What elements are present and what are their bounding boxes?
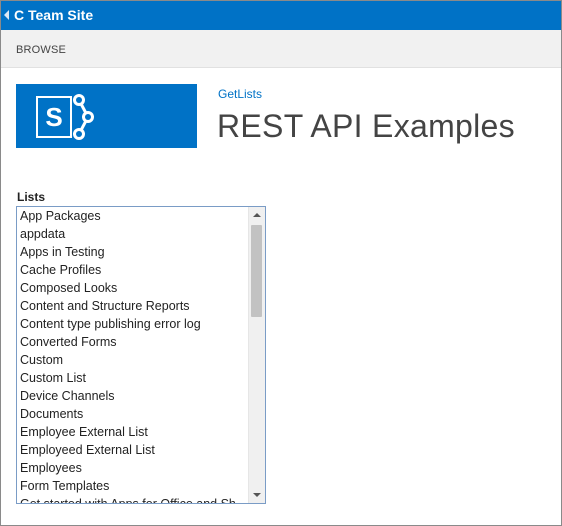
browser-frame: C Team Site BROWSE S GetLists REST API E…: [0, 0, 562, 526]
list-item[interactable]: Employees: [17, 459, 249, 477]
ribbon: BROWSE: [1, 30, 561, 68]
list-item[interactable]: Custom: [17, 351, 249, 369]
list-item[interactable]: Employeed External List: [17, 441, 249, 459]
back-arrow-icon[interactable]: [4, 10, 9, 20]
svg-text:S: S: [45, 102, 62, 132]
page-title: REST API Examples: [217, 108, 515, 144]
tab-browse[interactable]: BROWSE: [16, 44, 66, 56]
list-item[interactable]: App Packages: [17, 207, 249, 225]
lists-listbox[interactable]: App Packages appdata Apps in Testing Cache …: [16, 206, 266, 504]
list-item[interactable]: Get started with Apps for Office and Sh: [17, 495, 249, 503]
list-item[interactable]: Content type publishing error log: [17, 315, 249, 333]
list-item[interactable]: Converted Forms: [17, 333, 249, 351]
list-item[interactable]: Employee External List: [17, 423, 249, 441]
sharepoint-logo-icon[interactable]: S: [16, 84, 197, 148]
getlists-link[interactable]: GetLists: [218, 87, 262, 101]
suite-bar: C Team Site: [1, 1, 561, 30]
listbox-scrollbar[interactable]: [248, 207, 265, 503]
list-item[interactable]: Composed Looks: [17, 279, 249, 297]
list-item[interactable]: Custom List: [17, 369, 249, 387]
scroll-down-arrow-icon[interactable]: [253, 493, 261, 497]
scroll-thumb[interactable]: [251, 225, 262, 317]
list-item[interactable]: Documents: [17, 405, 249, 423]
list-item[interactable]: Apps in Testing: [17, 243, 249, 261]
list-item[interactable]: Cache Profiles: [17, 261, 249, 279]
lists-label: Lists: [17, 190, 46, 204]
site-title[interactable]: C Team Site: [14, 7, 93, 23]
listbox-items: App Packages appdata Apps in Testing Cache …: [17, 207, 249, 503]
sharepoint-logo-svg: S: [36, 94, 94, 140]
scroll-up-arrow-icon[interactable]: [253, 213, 261, 217]
list-item[interactable]: Form Templates: [17, 477, 249, 495]
list-item[interactable]: appdata: [17, 225, 249, 243]
list-item[interactable]: Content and Structure Reports: [17, 297, 249, 315]
list-item[interactable]: Device Channels: [17, 387, 249, 405]
